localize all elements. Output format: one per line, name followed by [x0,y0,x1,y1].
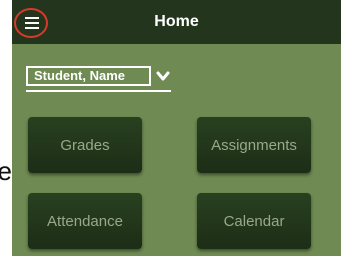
top-bar: Home [12,0,341,44]
grades-button[interactable]: Grades [28,117,142,173]
page-title: Home [154,13,199,30]
calendar-button[interactable]: Calendar [197,193,311,249]
cropped-background-text: e [0,154,12,188]
chevron-down-icon[interactable] [156,70,170,82]
app-screen: Home Student, Name Grades Assignments At… [12,0,341,256]
menu-button[interactable] [14,8,48,38]
attendance-button[interactable]: Attendance [28,193,142,249]
student-name-field[interactable]: Student, Name [26,66,151,86]
selector-underline [26,90,171,92]
assignments-button[interactable]: Assignments [197,117,311,173]
cropped-letter: e [0,156,12,186]
